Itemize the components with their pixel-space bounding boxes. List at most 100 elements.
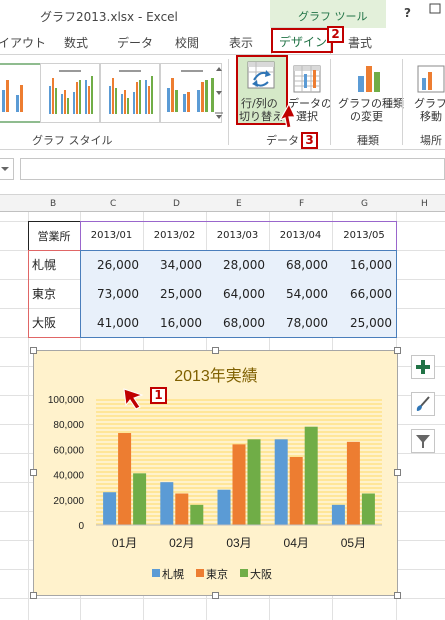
column-header-c[interactable]: C xyxy=(110,199,116,209)
move-chart-icon[interactable] xyxy=(414,60,445,94)
x-tick-label: 03月 xyxy=(226,536,251,550)
select-data-label-2[interactable]: 選択 xyxy=(296,110,318,123)
gallery-scroll-icon[interactable] xyxy=(214,63,224,123)
column-header-h[interactable]: H xyxy=(421,199,428,209)
column-header-d[interactable]: D xyxy=(173,199,180,209)
annotation-badge-1: 1 xyxy=(150,387,167,404)
plot-stripe xyxy=(96,435,382,437)
tab-review[interactable]: 校閲 xyxy=(175,34,199,51)
ribbon: グラフ スタイル データの 選択 データ グラフの種類 の変更 種類 グラフの … xyxy=(0,54,445,150)
change-type-label-1[interactable]: グラフの種類 xyxy=(338,97,404,110)
plus-icon xyxy=(416,360,430,374)
bar-大阪-02月[interactable] xyxy=(190,504,204,525)
tab-formulas[interactable]: 数式 xyxy=(64,34,88,51)
window-title: グラフ2013.xlsx - Excel xyxy=(40,10,178,24)
bar-東京-02月[interactable] xyxy=(175,493,189,526)
switch-row-column-label-1: 行/列の xyxy=(241,97,278,110)
chart-styles-button[interactable] xyxy=(411,392,435,416)
legend-label[interactable]: 大阪 xyxy=(250,567,272,581)
bar-大阪-01月[interactable] xyxy=(133,473,147,525)
formula-input[interactable] xyxy=(20,158,445,180)
legend-label[interactable]: 札幌 xyxy=(162,567,184,581)
chart-filters-button[interactable] xyxy=(411,429,435,453)
ribbon-separator xyxy=(330,59,331,145)
y-tick-label: 20,000 xyxy=(53,496,84,507)
city-range-outline xyxy=(28,250,81,338)
ribbon-separator xyxy=(402,59,403,145)
bar-札幌-05月[interactable] xyxy=(331,504,345,525)
column-header-g[interactable]: G xyxy=(361,199,368,209)
plot-stripe xyxy=(96,411,382,413)
bar-東京-01月[interactable] xyxy=(118,433,132,525)
plot-stripe xyxy=(96,431,382,433)
y-tick-label: 0 xyxy=(78,521,84,532)
bar-札幌-01月[interactable] xyxy=(103,492,117,525)
resize-handle[interactable] xyxy=(30,592,37,599)
chart-style-thumb-2[interactable] xyxy=(40,63,100,123)
header-range-outline xyxy=(80,221,397,251)
tab-design-highlight xyxy=(271,28,333,53)
brush-icon xyxy=(416,396,430,411)
chart-style-thumb-4[interactable] xyxy=(160,63,222,123)
plot-stripe xyxy=(96,427,382,429)
tab-data[interactable]: データ xyxy=(117,34,153,51)
tab-format[interactable]: 書式 xyxy=(348,34,372,51)
resize-handle[interactable] xyxy=(212,347,219,354)
plot-stripe xyxy=(96,423,382,425)
chart-area[interactable]: 2013年実績 0 20,000 40,000 60,000 80,000 100,000… xyxy=(33,350,398,596)
y-tick-label: 60,000 xyxy=(53,445,84,456)
resize-handle[interactable] xyxy=(30,469,37,476)
column-header-b[interactable]: B xyxy=(50,199,56,209)
dropdown-arrow-icon[interactable] xyxy=(1,165,9,173)
select-data-icon[interactable] xyxy=(292,60,324,94)
legend-swatch xyxy=(196,569,204,577)
resize-handle[interactable] xyxy=(394,347,401,354)
y-tick-label: 100,000 xyxy=(48,395,85,406)
mouse-cursor-icon xyxy=(123,388,144,410)
move-chart-label-2[interactable]: 移動 xyxy=(420,110,442,123)
column-header-e[interactable]: E xyxy=(236,199,242,209)
resize-handle[interactable] xyxy=(394,592,401,599)
column-header-f[interactable]: F xyxy=(299,199,304,209)
group-label-location: 場所 xyxy=(420,134,442,147)
bar-大阪-04月[interactable] xyxy=(304,426,318,525)
mouse-cursor-icon xyxy=(278,102,296,129)
help-button[interactable]: ? xyxy=(404,6,411,20)
plot-stripe xyxy=(96,415,382,417)
resize-handle[interactable] xyxy=(212,592,219,599)
x-tick-label: 02月 xyxy=(169,536,194,550)
change-type-label-2[interactable]: の変更 xyxy=(350,110,383,123)
plot-stripe xyxy=(96,419,382,421)
tab-layout[interactable]: イアウト xyxy=(0,34,46,51)
resize-handle[interactable] xyxy=(394,469,401,476)
move-chart-label-1[interactable]: グラフの xyxy=(414,97,445,110)
x-tick-label: 05月 xyxy=(341,536,366,550)
chart-style-thumb-3[interactable] xyxy=(100,63,160,123)
filter-icon xyxy=(416,435,430,448)
legend-label[interactable]: 東京 xyxy=(206,567,228,581)
bar-札幌-03月[interactable] xyxy=(217,489,231,525)
chart-elements-button[interactable] xyxy=(411,355,435,379)
chart-tools-title: グラフ ツール xyxy=(298,10,368,23)
bar-東京-05月[interactable] xyxy=(346,441,360,525)
bar-札幌-04月[interactable] xyxy=(274,439,288,525)
ribbon-tabs: イアウト 数式 データ 校閲 表示 書式 xyxy=(0,28,445,82)
value-range-outline xyxy=(80,250,397,338)
bar-大阪-03月[interactable] xyxy=(247,439,261,525)
annotation-badge-3: 3 xyxy=(301,132,318,149)
group-label-data: データ xyxy=(266,134,299,147)
resize-handle[interactable] xyxy=(30,347,37,354)
y-tick-label: 80,000 xyxy=(53,420,84,431)
plot-stripe xyxy=(96,439,382,441)
y-tick-label: 40,000 xyxy=(53,471,84,482)
bar-札幌-02月[interactable] xyxy=(160,482,174,525)
column-headers: B C D E F G H xyxy=(0,194,445,212)
bar-大阪-05月[interactable] xyxy=(361,493,375,526)
bar-東京-04月[interactable] xyxy=(289,456,303,525)
chart-plot: 2013年実績 0 20,000 40,000 60,000 80,000 100,000… xyxy=(48,367,382,581)
tab-view[interactable]: 表示 xyxy=(229,34,253,51)
restore-icon[interactable] xyxy=(427,2,443,16)
change-chart-type-icon[interactable] xyxy=(352,60,386,94)
bar-東京-03月[interactable] xyxy=(232,444,246,525)
ribbon-separator xyxy=(228,59,229,145)
